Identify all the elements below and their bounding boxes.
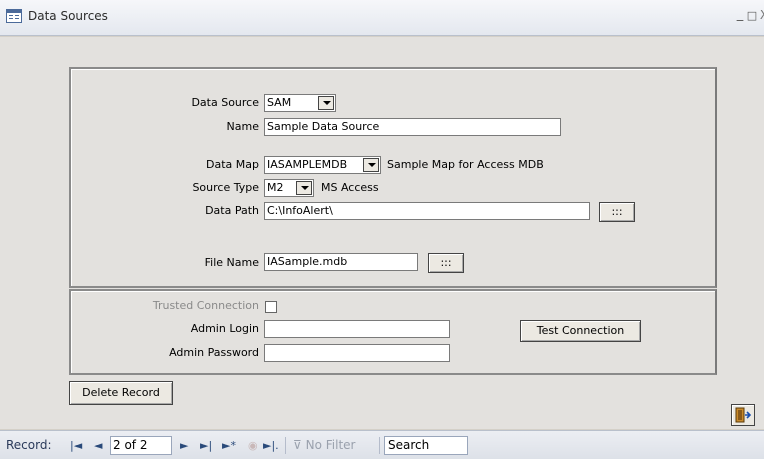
data-source-label: Data Source <box>191 96 259 109</box>
next-record-icon[interactable]: ► <box>180 439 188 452</box>
source-type-combo[interactable]: M2 <box>264 179 314 197</box>
filter-icon: ⊽ <box>293 438 306 452</box>
data-source-combo[interactable]: SAM <box>264 94 336 112</box>
chevron-down-icon[interactable] <box>363 158 379 172</box>
admin-login-label: Admin Login <box>190 322 259 335</box>
data-source-panel: Data Source SAM Name Sample Data Source … <box>69 67 717 288</box>
first-record-icon[interactable]: |◄ <box>70 439 82 452</box>
filter-status: No Filter <box>305 438 356 452</box>
name-field[interactable]: Sample Data Source <box>264 118 561 136</box>
name-label: Name <box>226 120 259 133</box>
trusted-connection-label: Trusted Connection <box>152 299 259 312</box>
search-input[interactable]: Search <box>384 436 468 455</box>
current-record-field[interactable]: 2 of 2 <box>110 436 172 455</box>
data-map-combo[interactable]: IASAMPLEMDB <box>264 156 381 174</box>
delete-record-nav-icon: ◉ <box>248 439 258 452</box>
record-label: Record: <box>6 438 52 452</box>
file-name-browse-button[interactable]: ::: <box>428 253 464 273</box>
scroll-record-icon[interactable]: ►|. <box>263 439 279 452</box>
form-icon <box>6 9 22 23</box>
trusted-connection-checkbox[interactable] <box>265 301 277 313</box>
exit-door-icon <box>735 407 751 423</box>
separator <box>379 437 380 454</box>
file-name-field[interactable]: IASample.mdb <box>264 253 418 271</box>
admin-login-field[interactable] <box>264 320 450 338</box>
data-source-value: SAM <box>267 96 292 109</box>
chevron-down-icon[interactable] <box>296 181 312 195</box>
data-map-description: Sample Map for Access MDB <box>387 158 544 171</box>
previous-record-icon[interactable]: ◄ <box>94 439 102 452</box>
chevron-down-icon[interactable] <box>318 96 334 110</box>
data-map-value: IASAMPLEMDB <box>267 158 348 171</box>
exit-door-button[interactable] <box>731 404 755 426</box>
data-path-label: Data Path <box>205 204 259 217</box>
admin-password-label: Admin Password <box>169 346 259 359</box>
window-title: Data Sources <box>28 9 108 23</box>
close-button[interactable]: X <box>757 8 764 22</box>
data-map-label: Data Map <box>206 158 259 171</box>
source-type-label: Source Type <box>192 181 259 194</box>
last-record-icon[interactable]: ►| <box>200 439 212 452</box>
connection-panel: Trusted Connection Admin Login Admin Pas… <box>69 289 717 375</box>
no-filter-indicator[interactable]: ⊽ No Filter <box>293 438 355 452</box>
data-path-field[interactable]: C:\InfoAlert\ <box>264 202 590 220</box>
data-path-browse-button[interactable]: ::: <box>599 202 635 222</box>
form-detail: Data Source SAM Name Sample Data Source … <box>0 37 764 429</box>
source-type-value: M2 <box>267 181 284 194</box>
test-connection-button[interactable]: Test Connection <box>520 320 641 342</box>
new-record-icon[interactable]: ►* <box>222 439 236 452</box>
file-name-label: File Name <box>204 256 259 269</box>
source-type-description: MS Access <box>321 181 379 194</box>
title-bar: Data Sources _ □ X <box>0 0 764 36</box>
record-navigation-bar: Record: |◄ ◄ 2 of 2 ► ►| ►* ◉ ►|. ⊽ No F… <box>0 430 764 459</box>
admin-password-field[interactable] <box>264 344 450 362</box>
separator <box>285 437 286 454</box>
delete-record-button[interactable]: Delete Record <box>69 381 173 405</box>
data-sources-window: Data Sources _ □ X Data Source SAM Name … <box>0 0 764 459</box>
